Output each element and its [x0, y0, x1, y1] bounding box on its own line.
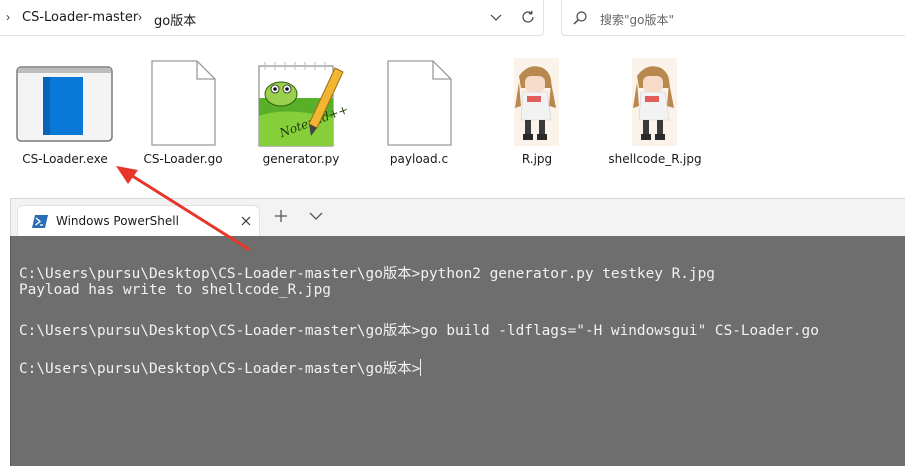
- console-line: C:\Users\pursu\Desktop\CS-Loader-master\…: [19, 266, 715, 282]
- console-line: Payload has write to shellcode_R.jpg: [19, 282, 331, 298]
- new-tab-plus-icon[interactable]: [273, 208, 289, 224]
- powershell-icon: [32, 215, 48, 228]
- breadcrumb-chevron-icon: ›: [6, 10, 10, 24]
- file-item-shellcode-r-jpg[interactable]: shellcode_R.jpg: [599, 58, 711, 178]
- console-prompt-line: C:\Users\pursu\Desktop\CS-Loader-master\…: [19, 357, 422, 378]
- search-box[interactable]: 搜索"go版本": [561, 0, 905, 36]
- text-cursor: [420, 359, 422, 376]
- tab-dropdown-chevron-down-icon[interactable]: [309, 211, 323, 221]
- refresh-icon[interactable]: [520, 9, 536, 25]
- address-bar[interactable]: › CS-Loader-master › go版本: [0, 0, 544, 36]
- blank-file-icon: [387, 60, 452, 146]
- terminal-tab-bar: Windows PowerShell: [10, 198, 905, 237]
- file-name: generator.py: [262, 152, 340, 166]
- tab-title: Windows PowerShell: [56, 214, 179, 228]
- file-item-generator-py[interactable]: Notepad++ generator.py: [245, 58, 357, 178]
- file-name: shellcode_R.jpg: [608, 152, 702, 166]
- powershell-window: Windows PowerShell C:\Users\pursu\Deskto…: [10, 198, 905, 466]
- exe-icon: [16, 66, 113, 142]
- close-tab-icon[interactable]: [240, 215, 252, 227]
- console-line: C:\Users\pursu\Desktop\CS-Loader-master\…: [19, 323, 819, 339]
- address-history-chevron-down-icon[interactable]: [488, 9, 504, 25]
- console-prompt: C:\Users\pursu\Desktop\CS-Loader-master\…: [19, 361, 421, 377]
- terminal-console[interactable]: C:\Users\pursu\Desktop\CS-Loader-master\…: [10, 236, 905, 466]
- file-item-cs-loader-go[interactable]: CS-Loader.go: [127, 58, 239, 178]
- notepadpp-icon: Notepad++: [258, 62, 350, 147]
- image-thumbnail: [632, 58, 677, 146]
- file-item-payload-c[interactable]: payload.c: [363, 58, 475, 178]
- tab-windows-powershell[interactable]: Windows PowerShell: [17, 205, 260, 237]
- breadcrumb-item-cs-loader-master[interactable]: CS-Loader-master: [22, 10, 138, 25]
- file-name: CS-Loader.exe: [22, 152, 108, 166]
- blank-file-icon: [151, 60, 216, 146]
- image-thumbnail: [514, 58, 559, 146]
- file-item-cs-loader-exe[interactable]: CS-Loader.exe: [9, 58, 121, 178]
- breadcrumb-chevron-icon: ›: [138, 10, 142, 24]
- search-icon: [573, 11, 587, 25]
- search-placeholder: 搜索"go版本": [600, 13, 674, 27]
- file-name: CS-Loader.go: [143, 152, 223, 166]
- file-name: payload.c: [389, 152, 449, 166]
- file-name: R.jpg: [521, 152, 553, 166]
- breadcrumb-item-go[interactable]: go版本: [154, 10, 196, 29]
- file-item-r-jpg[interactable]: R.jpg: [481, 58, 593, 178]
